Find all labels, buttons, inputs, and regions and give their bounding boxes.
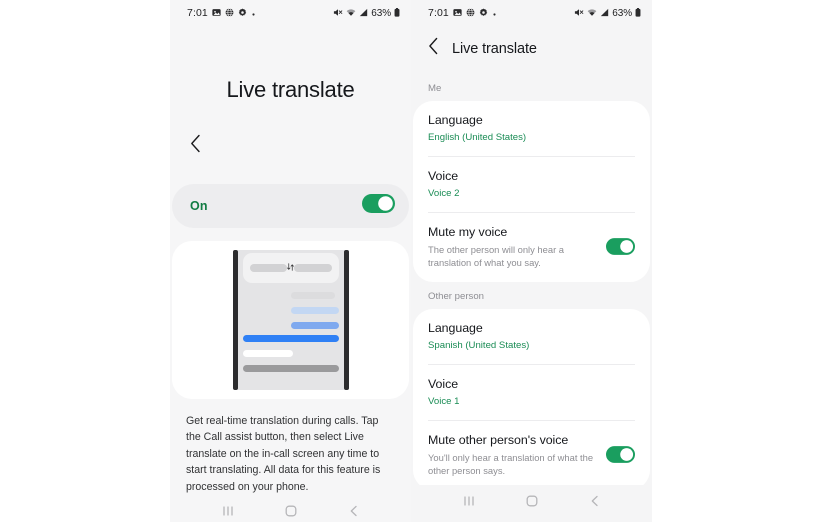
mute-icon xyxy=(574,4,584,22)
settings-row[interactable]: Mute other person's voice You'll only hea… xyxy=(428,419,635,485)
right-margin xyxy=(652,0,822,522)
settings-row-title: Voice xyxy=(428,169,459,183)
settings-row[interactable]: Voice Voice 2 xyxy=(428,156,635,212)
right-phone-panel: 7:01 63% Live translate Me Language Engl… xyxy=(411,0,652,522)
settings-row-value: English (United States) xyxy=(428,132,527,143)
section-header: Me xyxy=(428,83,442,94)
battery-percentage: 63% xyxy=(371,7,391,19)
settings-row-title: Voice xyxy=(428,376,459,391)
mock-lang-pill-right xyxy=(294,264,332,272)
globe-icon xyxy=(466,4,475,22)
gear-icon xyxy=(238,4,247,22)
mock-phone-edge-right xyxy=(343,250,349,390)
gear-icon xyxy=(479,4,488,22)
settings-row-value: Voice 2 xyxy=(428,188,460,199)
left-phone-body: Live translate On Get real-time translat… xyxy=(170,26,411,495)
page-title: Live translate xyxy=(226,77,355,102)
status-bar-clock-2: 7:01 xyxy=(428,7,449,19)
status-bar-right-group: 63% xyxy=(333,4,400,22)
battery-icon xyxy=(394,4,400,22)
settings-row-title: Mute my voice xyxy=(428,225,508,239)
signal-icon xyxy=(600,4,609,22)
settings-row-title: Mute other person's voice xyxy=(428,432,569,447)
nav-bar-left xyxy=(170,495,411,522)
mock-bar-2 xyxy=(290,307,339,314)
app-bar-title: Live translate xyxy=(452,40,537,57)
settings-row[interactable]: Language Spanish (United States) xyxy=(428,309,635,364)
image-icon xyxy=(212,4,221,22)
settings-row-text: Mute other person's voice You'll only hea… xyxy=(428,432,596,478)
wifi-icon xyxy=(346,4,356,22)
home-icon[interactable] xyxy=(525,494,539,513)
mock-lang-pill-left xyxy=(249,264,287,272)
mute-icon xyxy=(333,4,343,22)
status-bar-left: 7:01 63% xyxy=(170,0,411,26)
mock-bar-5 xyxy=(242,350,293,357)
dot-icon xyxy=(251,4,256,22)
settings-row-text: Voice Voice 1 xyxy=(428,376,635,408)
hero-area: Live translate xyxy=(170,26,411,184)
back-icon[interactable] xyxy=(347,504,361,522)
mock-translate-toolbar xyxy=(242,253,339,283)
mock-bar-3 xyxy=(290,322,339,329)
mock-bar-1 xyxy=(290,292,335,299)
screenshot-root: 7:01 63% Live translate On Get real-time… xyxy=(0,0,822,522)
wifi-icon xyxy=(587,4,597,22)
live-translate-master-toggle-row[interactable]: On xyxy=(172,184,409,228)
settings-row[interactable]: Mute my voice The other person will only … xyxy=(428,212,635,282)
globe-icon xyxy=(225,4,234,22)
settings-row-text: Voice Voice 2 xyxy=(428,168,635,200)
master-toggle-label: On xyxy=(190,199,208,213)
back-button[interactable] xyxy=(428,37,439,60)
settings-row-subtitle: You'll only hear a translation of what t… xyxy=(428,451,594,477)
status-bar-clock: 7:01 xyxy=(187,7,208,19)
recents-icon[interactable] xyxy=(462,494,476,513)
settings-row[interactable]: Language English (United States) xyxy=(428,101,635,156)
recents-icon[interactable] xyxy=(221,504,235,522)
settings-row-title: Language xyxy=(428,113,483,127)
settings-row-toggle[interactable] xyxy=(606,446,635,464)
settings-row-subtitle: The other person will only hear a transl… xyxy=(428,244,565,269)
back-icon[interactable] xyxy=(588,494,602,513)
status-bar-left-group: 7:01 xyxy=(187,4,256,22)
status-bar-left-group-2: 7:01 xyxy=(428,4,497,22)
settings-row-text: Mute my voice The other person will only … xyxy=(428,224,596,270)
feature-description: Get real-time translation during calls. … xyxy=(186,415,381,493)
app-bar: Live translate xyxy=(411,26,652,74)
settings-row-value: Voice 1 xyxy=(428,395,460,407)
nav-bar-right xyxy=(411,485,652,522)
swap-icon xyxy=(287,263,294,273)
signal-icon xyxy=(359,4,368,22)
settings-row-value: Spanish (United States) xyxy=(428,339,530,351)
illustration-card xyxy=(172,241,409,399)
settings-card: Language English (United States) Voice Voic… xyxy=(413,101,650,282)
status-bar-right-group-2: 63% xyxy=(574,4,641,22)
settings-row-text: Language Spanish (United States) xyxy=(428,320,635,352)
status-bar-right-panel: 7:01 63% xyxy=(411,0,652,26)
image-icon xyxy=(453,4,462,22)
settings-card: Language Spanish (United States) Voice Voic… xyxy=(413,308,650,485)
battery-percentage-2: 63% xyxy=(612,7,632,19)
settings-list: Me Language English (United States) Voice Vo… xyxy=(411,74,652,485)
live-translate-illustration xyxy=(229,250,353,390)
left-phone-panel: 7:01 63% Live translate On Get real-time… xyxy=(170,0,411,522)
settings-row-text: Language English (United States) xyxy=(428,112,635,144)
mock-bar-6 xyxy=(242,365,339,372)
mock-phone-edge-left xyxy=(232,250,238,390)
home-icon[interactable] xyxy=(284,504,298,522)
section-header: Other person xyxy=(428,290,484,302)
settings-row-title: Language xyxy=(428,320,483,335)
left-margin xyxy=(0,0,170,522)
back-button[interactable] xyxy=(184,132,206,154)
settings-row[interactable]: Voice Voice 1 xyxy=(428,363,635,420)
master-toggle-switch[interactable] xyxy=(362,194,395,218)
dot-icon xyxy=(492,4,497,22)
settings-row-toggle[interactable] xyxy=(606,238,635,256)
mock-bar-4 xyxy=(242,335,339,342)
battery-icon xyxy=(635,4,641,22)
